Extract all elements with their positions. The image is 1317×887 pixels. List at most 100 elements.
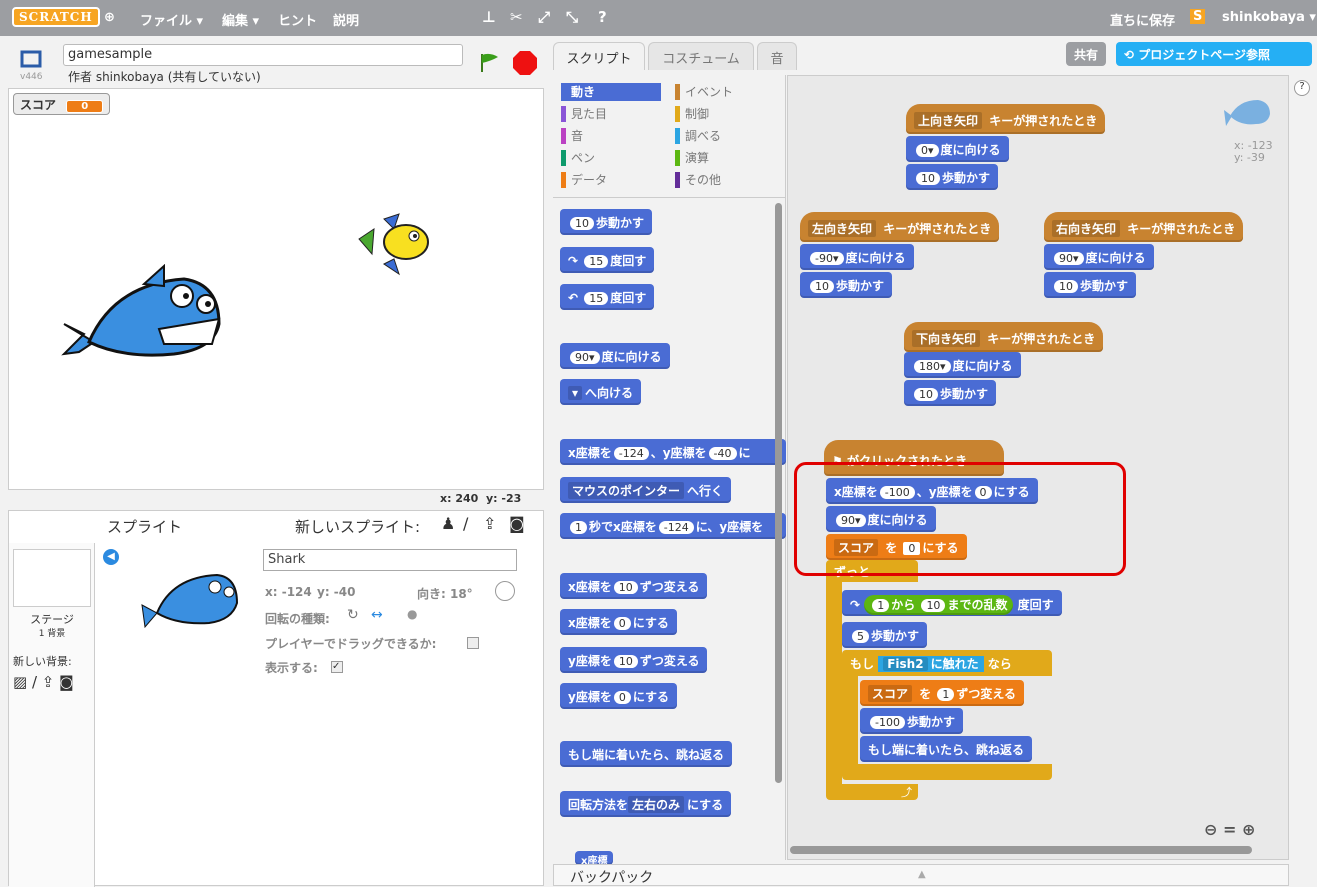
palette-change-y-block[interactable]: y座標を 10 ずつ変える [560,647,708,673]
score-monitor[interactable]: スコア 0 [13,93,111,115]
point-0-block[interactable]: 0▾ 度に向ける [906,136,1009,162]
show-checkbox[interactable]: ✓ [331,661,343,673]
category-pen[interactable]: ペン [561,149,661,167]
point-m90-block[interactable]: -90▾ 度に向ける [800,244,914,270]
scratch-logo[interactable]: SCRATCH [12,7,100,27]
fullscreen-icon[interactable] [20,50,42,68]
category-sound[interactable]: 音 [561,127,661,145]
sprite-library-icon[interactable]: ♟ [441,514,455,533]
tab-scripts[interactable]: スクリプト [553,42,645,70]
draggable-checkbox[interactable] [467,637,479,649]
point-180-block[interactable]: 180▾ 度に向ける [904,352,1021,378]
palette-move-block[interactable]: 10 歩動かす [560,209,653,235]
menu-edit[interactable]: 編集 ▾ [222,10,259,29]
palette-goto-xy-block[interactable]: x座標を -124 、y座標を -40 に [560,439,786,465]
left-key-hat-block[interactable]: 左向き矢印 キーが押されたとき [800,212,1000,242]
bounce-block[interactable]: もし端に着いたら、跳ね返る [860,736,1033,762]
if-touching-block[interactable]: もし Fish2 に触れた なら [842,650,1052,676]
project-title-input[interactable]: gamesample [63,44,463,66]
rotate-all-icon[interactable]: ↻ [347,607,359,623]
category-control[interactable]: 制御 [675,105,775,123]
backpack-bar[interactable]: バックパック ▲ [553,864,1289,886]
category-motion[interactable]: 動き [561,83,661,101]
palette-point-direction-block[interactable]: 90▾ 度に向ける [560,343,670,369]
user-avatar-icon[interactable]: S [1190,9,1206,24]
palette-set-y-block[interactable]: y座標を 0 にする [560,683,677,709]
palette-scrollbar[interactable] [775,203,782,783]
sync-icon: ⟲ [1124,48,1139,62]
palette-bounce-block[interactable]: もし端に着いたら、跳ね返る [560,741,733,767]
stamp-icon[interactable]: ⊥ [482,8,496,26]
stage-thumbnail[interactable] [13,549,91,607]
camera-icon[interactable]: ◙ [509,514,525,533]
turn-right-icon: ↷ [850,598,865,612]
user-menu[interactable]: shinkobaya ▾ [1222,10,1316,25]
highlight-box [794,462,1126,576]
shark-thumbnail [141,573,239,629]
back-info-icon[interactable]: ◀ [103,549,119,565]
menu-file[interactable]: ファイル ▾ [140,10,203,29]
category-events[interactable]: イベント [675,83,775,101]
fish-sprite[interactable] [354,209,434,279]
globe-icon[interactable]: ⊕ [104,10,115,25]
zoom-in-icon[interactable]: ⊕ [1242,820,1255,839]
sprite-name-input[interactable]: Shark [263,549,517,571]
point-90-block[interactable]: 90▾ 度に向ける [1044,244,1154,270]
green-flag-icon[interactable] [478,52,502,74]
project-page-button[interactable]: ⟲ プロジェクトページ参照 [1116,42,1312,66]
help-icon[interactable]: ? [1294,80,1310,96]
move-10-left-block[interactable]: 10 歩動かす [800,272,893,298]
paint-icon[interactable]: / [463,514,468,533]
show-label: 表示する: [265,661,318,675]
palette-point-towards-block[interactable]: ▾ へ向ける [560,379,642,405]
no-rotate-icon[interactable]: ● [407,607,417,621]
left-right-icon[interactable]: ↔ [371,607,383,623]
stage-canvas[interactable]: スコア 0 [8,88,544,490]
move-10-block[interactable]: 10 歩動かす [906,164,999,190]
share-button[interactable]: 共有 [1066,42,1107,66]
tab-costumes[interactable]: コスチューム [648,42,754,70]
move-10-right-block[interactable]: 10 歩動かす [1044,272,1137,298]
palette-x-position-reporter[interactable]: x座標 [575,851,614,865]
move-10-down-block[interactable]: 10 歩動かす [904,380,997,406]
tab-sounds[interactable]: 音 [757,42,797,70]
palette-rotation-style-block[interactable]: 回転方法を 左右のみ にする [560,791,732,817]
grow-icon[interactable]: ⤢ [538,8,550,26]
turn-right-icon: ↷ [568,254,583,268]
category-operators[interactable]: 演算 [675,149,775,167]
palette-goto-block[interactable]: マウスのポインター へ行く [560,477,732,503]
direction-dial-icon[interactable] [495,581,515,601]
zoom-out-icon[interactable]: ⊖ [1204,820,1217,839]
palette-set-x-block[interactable]: x座標を 0 にする [560,609,677,635]
backdrop-tools-icon[interactable]: ▨ / ⇪ ◙ [13,673,74,691]
menu-about[interactable]: 説明 [333,10,359,29]
save-now[interactable]: 直ちに保存 [1110,10,1175,29]
scissors-icon[interactable]: ✂ [510,8,523,26]
move-5-block[interactable]: 5 歩動かす [842,622,928,648]
stop-icon[interactable] [512,50,538,76]
version-label: v446 [20,72,43,82]
down-key-hat-block[interactable]: 下向き矢印 キーが押されたとき [904,322,1104,352]
category-more[interactable]: その他 [675,171,775,189]
up-key-hat-block[interactable]: 上向き矢印 キーが押されたとき [906,104,1106,134]
move-m100-block[interactable]: -100 歩動かす [860,708,963,734]
score-monitor-label: スコア [20,98,57,112]
shrink-icon[interactable]: ⤡ [566,8,578,26]
change-score-block[interactable]: スコア を 1 ずつ変える [860,680,1025,706]
palette-change-x-block[interactable]: x座標を 10 ずつ変える [560,573,708,599]
shark-sprite[interactable] [54,264,234,389]
scripts-scrollbar[interactable] [790,846,1252,854]
upload-icon[interactable]: ⇪ [483,514,496,533]
zoom-reset-icon[interactable]: = [1223,820,1236,839]
turn-left-icon: ↶ [568,291,583,305]
right-key-hat-block[interactable]: 右向き矢印 キーが押されたとき [1044,212,1244,242]
palette-glide-block[interactable]: 1 秒でx座標を -124 に、y座標を [560,513,786,539]
turn-random-block[interactable]: ↷ 1 から 10 までの乱数 度回す [842,590,1062,616]
menu-tips[interactable]: ヒント [278,10,317,29]
palette-turn-left-block[interactable]: ↶ 15 度回す [560,284,655,310]
category-looks[interactable]: 見た目 [561,105,661,123]
category-data[interactable]: データ [561,171,661,189]
category-sensing[interactable]: 調べる [675,127,775,145]
palette-turn-right-block[interactable]: ↷ 15 度回す [560,247,655,273]
help-icon[interactable]: ? [598,8,607,26]
